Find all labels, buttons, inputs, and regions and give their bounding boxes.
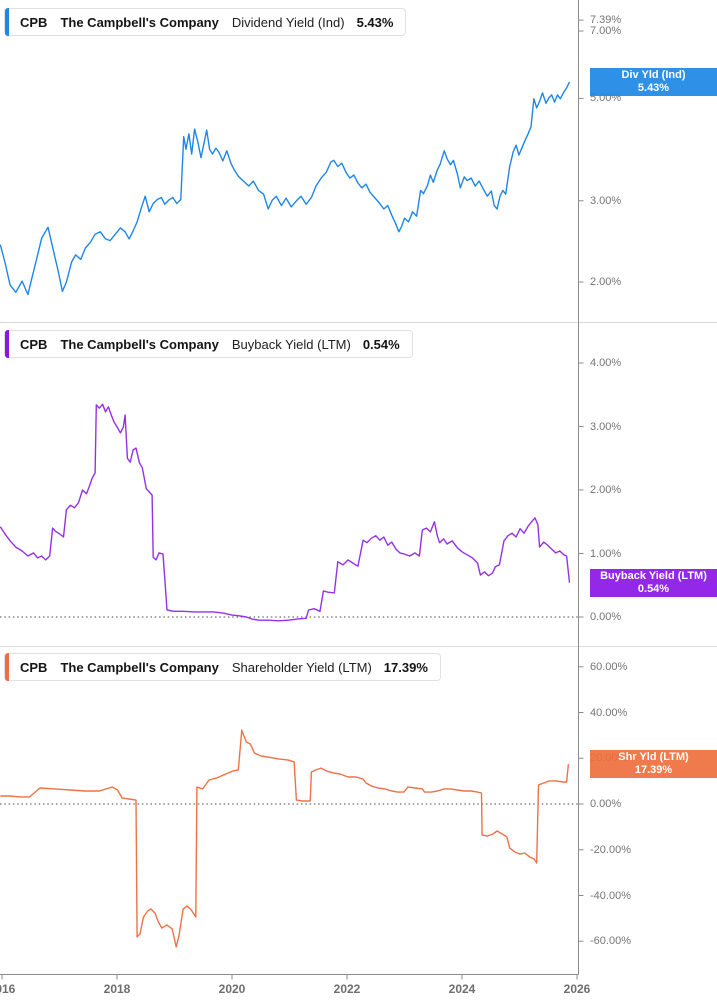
last-value-flag-dividend-yield: Div Yld (Ind) 5.43%: [590, 68, 717, 96]
series-color-bar-icon: [5, 330, 9, 358]
y-axis-tick-label: -20.00%: [590, 843, 631, 856]
y-axis-tick-label: 7.00%: [590, 25, 622, 37]
y-axis-tick-label: 2.00%: [590, 484, 622, 496]
metric-value: 0.54%: [362, 336, 400, 352]
axis-ticks-layer: [1, 19, 584, 980]
y-axis-tick-label: 40.00%: [590, 706, 628, 719]
metric-value: 5.43%: [356, 14, 394, 30]
metric-value: 17.39%: [383, 659, 428, 675]
x-axis-tick-label: 2020: [218, 982, 246, 996]
series-layer: [0, 81, 571, 948]
series-color-bar-icon: [5, 8, 9, 36]
series-color-bar-icon: [5, 653, 9, 681]
flag-value: 17.39%: [634, 764, 673, 776]
ticker-symbol: CPB: [20, 659, 48, 675]
last-value-flag-shareholder-yield: Shr Yld (LTM) 17.39%: [590, 750, 717, 778]
company-name: The Campbell's Company: [60, 659, 219, 675]
dividend-yield-line[interactable]: [0, 81, 571, 296]
y-axis-tick-label: 4.00%: [590, 357, 622, 369]
company-name: The Campbell's Company: [60, 336, 219, 352]
buyback-yield-line[interactable]: [0, 403, 571, 622]
flag-value: 5.43%: [637, 82, 670, 94]
company-name: The Campbell's Company: [60, 14, 219, 30]
x-axis-tick-label: 2026: [563, 982, 591, 996]
y-axis-tick-label: 60.00%: [590, 660, 628, 673]
panel-header-shareholder-yield[interactable]: CPB The Campbell's Company Shareholder Y…: [4, 653, 441, 681]
ticker-symbol: CPB: [20, 14, 48, 30]
x-axis-tick-label: 2024: [448, 982, 476, 996]
flag-label: Div Yld (Ind): [621, 69, 686, 81]
metric-name: Buyback Yield (LTM): [231, 336, 351, 352]
flag-value: 0.54%: [637, 583, 670, 595]
flag-label: Buyback Yield (LTM): [600, 570, 707, 582]
y-axis-tick-label: 0.00%: [590, 798, 622, 810]
metric-name: Shareholder Yield (LTM): [231, 659, 372, 675]
y-axis-tick-label: 1.00%: [590, 547, 622, 560]
y-axis-tick-label: -60.00%: [590, 935, 631, 948]
ticker-symbol: CPB: [20, 336, 48, 352]
y-axis-tick-label: 0.00%: [590, 611, 622, 623]
flag-label: Shr Yld (LTM): [618, 751, 689, 763]
x-axis-tick-label: 2022: [333, 982, 361, 996]
y-axis-tick-label: -40.00%: [590, 889, 631, 902]
y-axis-tick-label: 3.00%: [590, 420, 622, 433]
panel-header-dividend-yield[interactable]: CPB The Campbell's Company Dividend Yiel…: [4, 8, 407, 36]
y-axis-tick-label: 2.00%: [590, 276, 622, 289]
last-value-flag-buyback-yield: Buyback Yield (LTM) 0.54%: [590, 569, 717, 597]
x-axis-tick-label: 2018: [103, 982, 131, 996]
axis-frame: [0, 0, 579, 975]
metric-name: Dividend Yield (Ind): [231, 14, 345, 30]
multi-panel-chart-app: CPB The Campbell's Company Dividend Yiel…: [0, 0, 717, 1005]
panel-header-buyback-yield[interactable]: CPB The Campbell's Company Buyback Yield…: [4, 330, 413, 358]
shareholder-yield-line[interactable]: [0, 729, 570, 948]
y-axis-tick-label: 3.00%: [590, 194, 622, 207]
x-axis-tick-label: 2016: [0, 982, 16, 996]
